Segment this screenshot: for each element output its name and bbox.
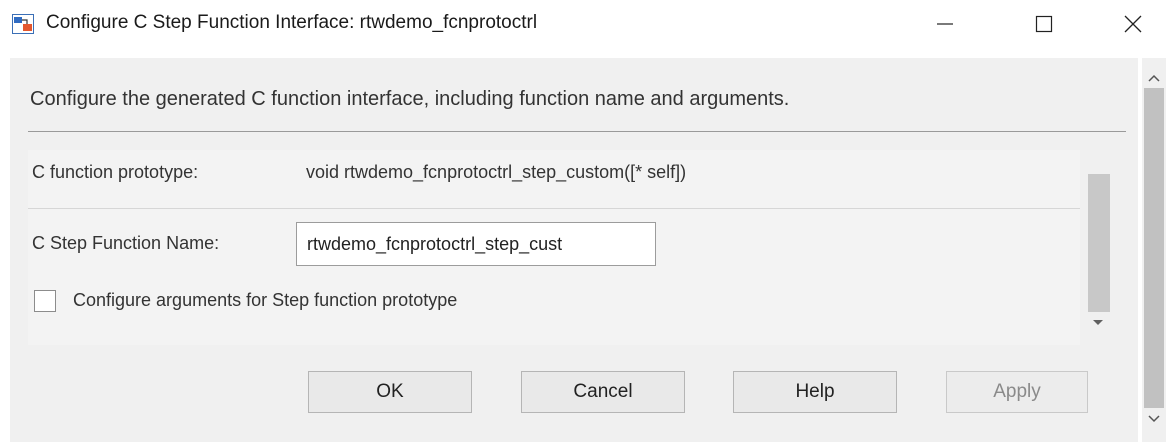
dialog-description: Configure the generated C function inter… xyxy=(30,88,790,110)
prototype-value: void rtwdemo_fcnprotoctrl_step_custom([*… xyxy=(306,162,687,182)
minimize-button[interactable] xyxy=(916,0,974,48)
scroll-down-arrow-icon[interactable] xyxy=(1091,318,1105,328)
minimize-icon xyxy=(937,23,953,25)
ok-button[interactable]: OK xyxy=(308,371,472,413)
window-title: Configure C Step Function Interface: rtw… xyxy=(46,12,538,33)
close-button[interactable] xyxy=(1104,0,1162,48)
maximize-button[interactable] xyxy=(1015,0,1073,48)
dialog-scrollbar-thumb[interactable] xyxy=(1144,88,1164,408)
step-function-name-input[interactable] xyxy=(296,222,656,266)
help-button[interactable]: Help xyxy=(733,371,897,413)
dialog-scroll-down-icon[interactable] xyxy=(1146,413,1162,425)
configure-arguments-label[interactable]: Configure arguments for Step function pr… xyxy=(73,290,457,311)
title-bar: Configure C Step Function Interface: rtw… xyxy=(0,0,1166,48)
prototype-label: C function prototype: xyxy=(32,162,199,182)
step-function-name-label: C Step Function Name: xyxy=(32,233,220,253)
apply-button[interactable]: Apply xyxy=(946,371,1088,413)
cancel-button[interactable]: Cancel xyxy=(521,371,685,413)
dialog-scroll-up-icon[interactable] xyxy=(1146,72,1162,84)
configure-arguments-checkbox[interactable] xyxy=(34,290,56,312)
panel-scrollbar-thumb[interactable] xyxy=(1088,174,1110,312)
maximize-icon xyxy=(1035,15,1053,33)
close-icon xyxy=(1124,15,1142,33)
description-divider xyxy=(28,131,1126,132)
prototype-divider xyxy=(28,208,1080,209)
simulink-model-icon xyxy=(12,14,34,34)
